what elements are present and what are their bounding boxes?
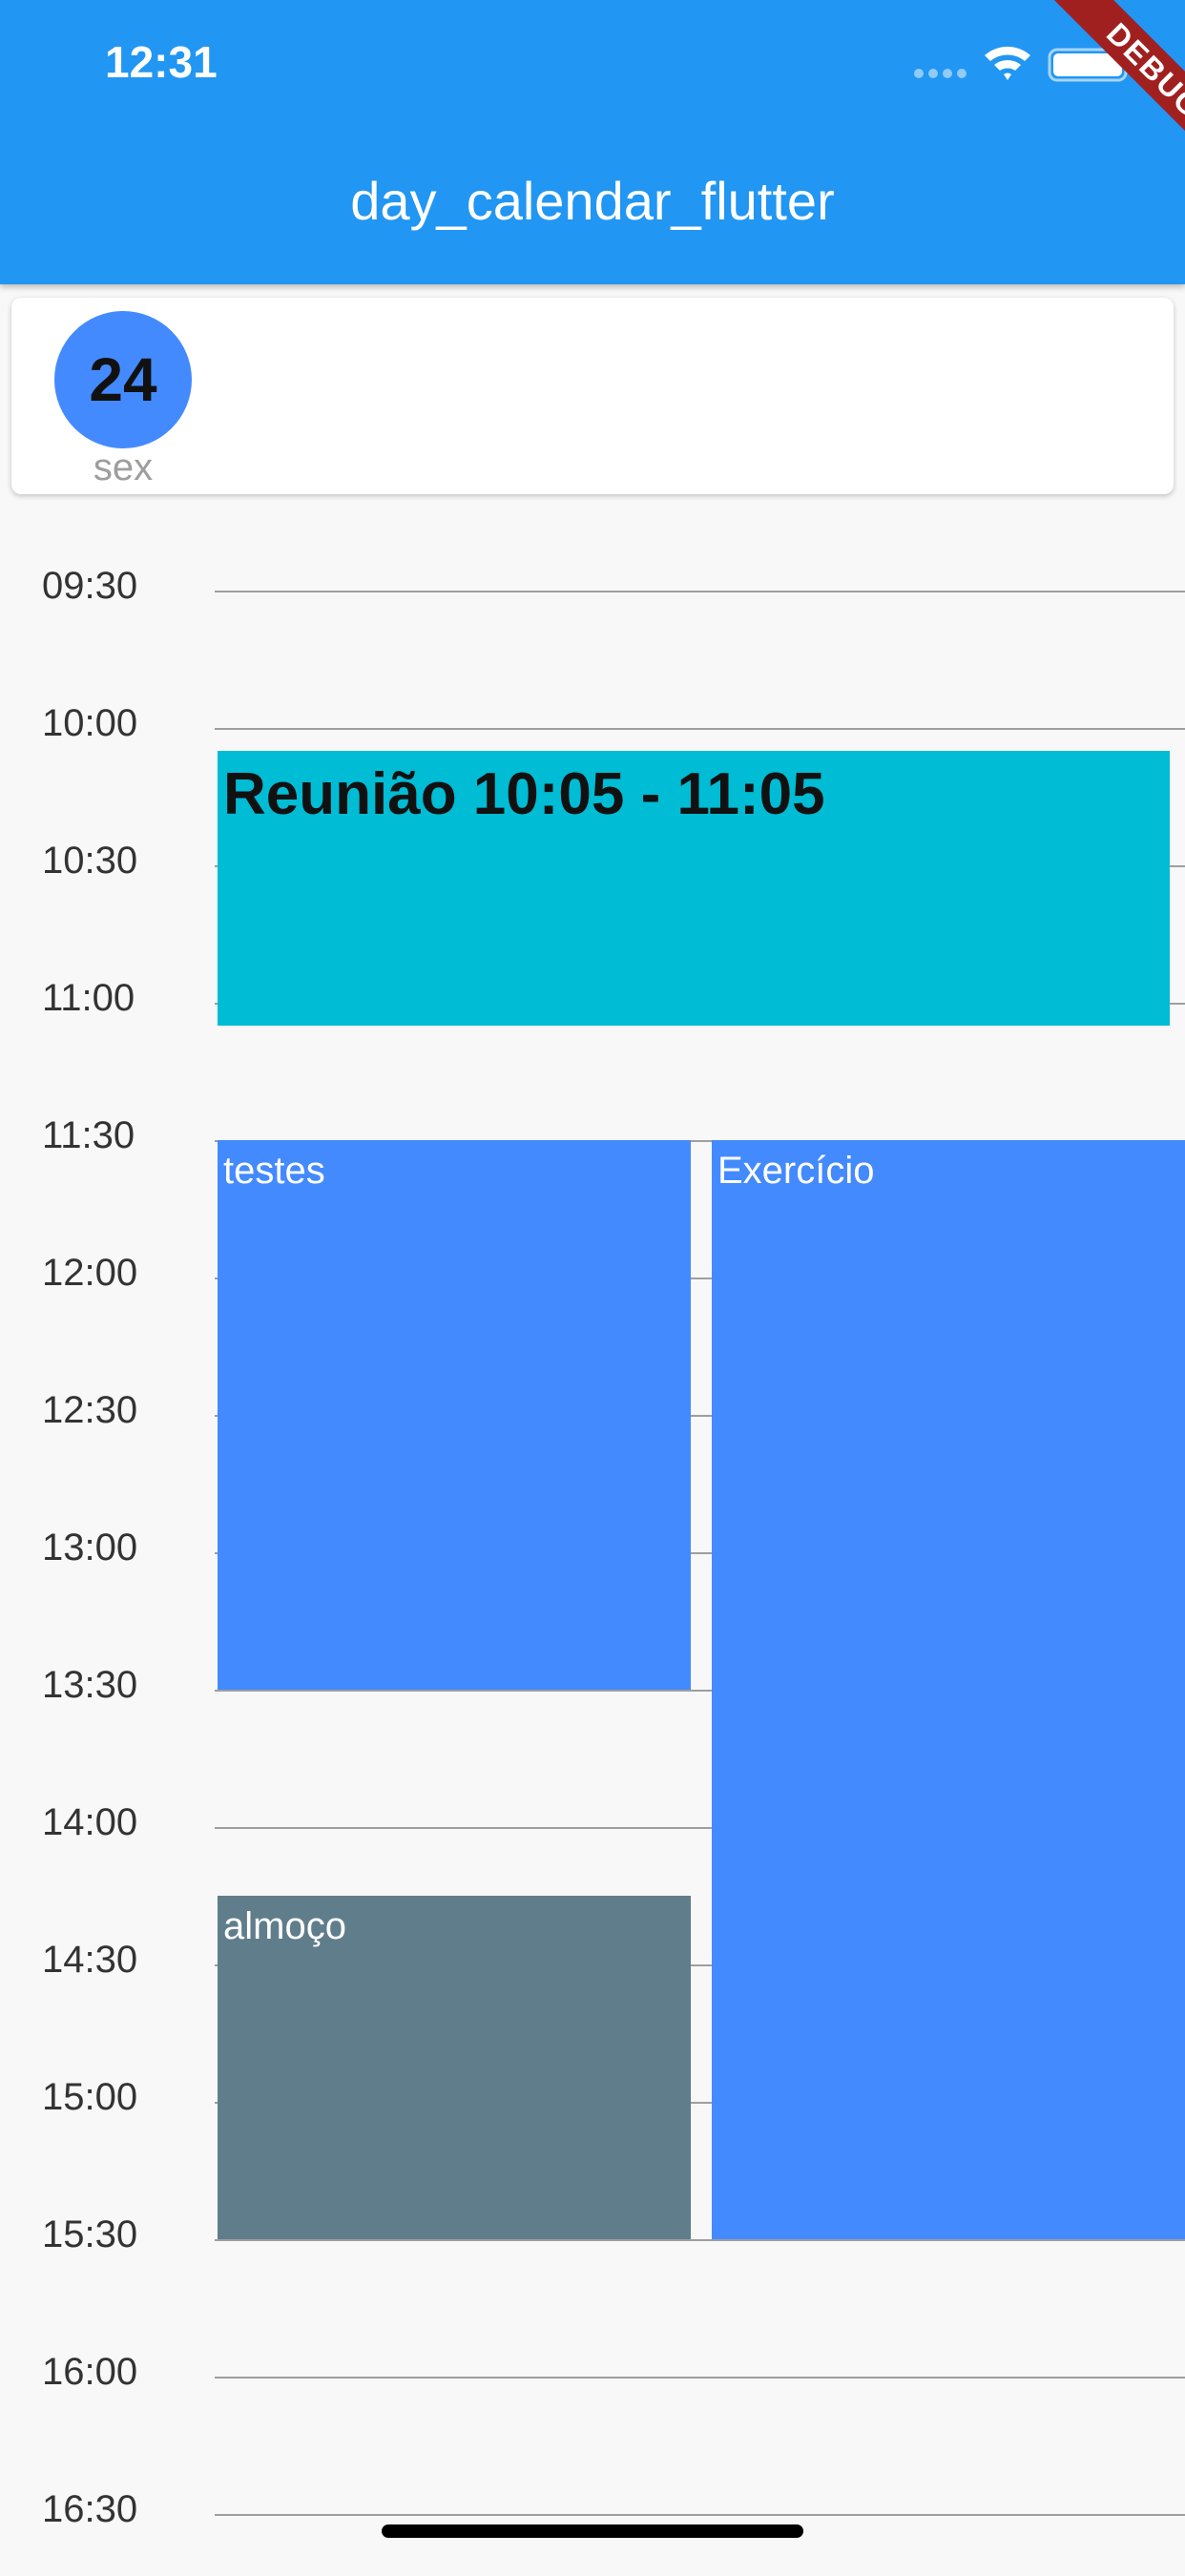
hour-gridline [215,2239,1185,2241]
hour-gridline [215,728,1185,730]
hour-label: 15:00 [42,2076,138,2118]
hour-row: 16:30 [0,2439,1185,2576]
signal-icon [914,69,967,78]
day-header-card: 24 sex [11,298,1174,494]
event-title: testes [223,1150,325,1192]
event-title: Reunião 10:05 - 11:05 [223,761,825,827]
event-block[interactable]: Exercício [712,1140,1185,2239]
day-name-label: sex [93,447,154,488]
hour-row: 16:00 [0,2301,1185,2439]
hour-gridline [215,2377,1185,2379]
hour-label: 10:00 [42,702,138,744]
day-number-badge[interactable]: 24 [54,311,192,448]
hour-label: 13:30 [42,1664,138,1706]
hour-label: 13:00 [42,1527,138,1568]
hour-label: 14:00 [42,1801,138,1843]
hour-row: 09:30 [0,515,1185,653]
debug-banner: DEBUG [994,0,1185,191]
event-block[interactable]: almoço [218,1896,691,2239]
hour-label: 14:30 [42,1939,138,1981]
app-bar: 12:31 day_calendar_flutter DEBUG [0,0,1185,284]
hour-label: 09:30 [42,565,138,607]
event-title: almoço [223,1905,346,1947]
hour-label: 16:30 [42,2488,138,2530]
event-title: Exercício [717,1150,875,1192]
hour-label: 12:00 [42,1252,138,1294]
hour-label: 15:30 [42,2213,138,2255]
day-timeline[interactable]: 09:30 10:00 10:30 11:00 11:30 12:00 12:30 13:00… [0,515,1185,2565]
hour-label: 11:00 [42,977,135,1019]
event-block[interactable]: testes [218,1140,691,1690]
hour-label: 11:30 [42,1114,135,1156]
status-time: 12:31 [105,37,218,87]
debug-label: DEBUG [1031,0,1185,191]
hour-gridline [215,2514,1185,2516]
hour-label: 10:30 [42,840,138,882]
home-indicator [382,2524,803,2538]
hour-gridline [215,591,1185,592]
hour-label: 16:00 [42,2351,138,2393]
hour-label: 12:30 [42,1389,138,1431]
event-block[interactable]: Reunião 10:05 - 11:05 [218,751,1170,1026]
